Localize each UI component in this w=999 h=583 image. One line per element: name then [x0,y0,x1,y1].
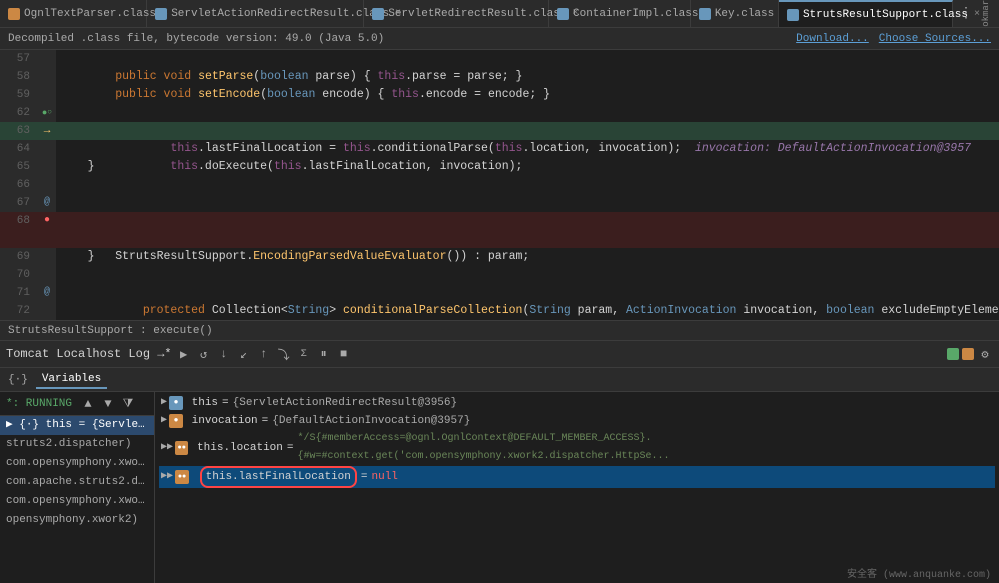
run-to-cursor-btn[interactable]: ⤵ [276,346,292,362]
line-66: 66 [0,176,999,194]
variables-bar: {·} Variables [0,368,999,392]
debug-row-invocation: ▶ ● invocation = {DefaultActionInvocatio… [159,412,995,430]
servlet-redirect-icon [372,8,384,20]
tab-struts[interactable]: StrutsResultSupport.class × [779,0,953,27]
stack-item-0[interactable]: ▶ {·} this = {ServletActionRedire [0,416,154,435]
lastfinal-icon: ●● [175,470,189,484]
stack-item-1[interactable]: struts2.dispatcher) [0,435,154,454]
stack-item-3[interactable]: com.apache.struts2.dispatc... [0,473,154,492]
up-btn[interactable]: ▲ [80,396,96,412]
pause-btn[interactable]: ⏸ [316,346,332,362]
debug-row-this: ▶ ● this = {ServletActionRedirectResult@… [159,394,995,412]
lastfinal-expand-arrow[interactable]: ▶▶ [161,468,173,486]
download-link[interactable]: Download... [796,33,869,45]
ognl-icon [8,8,20,20]
tomcat-bar: Tomcat Localhost Log →* ▶ ↺ ↓ ↙ ↑ ⤵ Σ ⏸ … [0,340,999,368]
code-editor: 57 public void setParse(boolean parse) {… [0,50,999,320]
stack-item-2[interactable]: com.opensymphony.xwork2.d... [0,454,154,473]
line-69: 69 } [0,248,999,266]
line-63: 63 → this.lastFinalLocation = this.condi… [0,122,999,140]
tab-key[interactable]: Key.class × [691,0,779,27]
settings-btn[interactable]: ⚙ [977,346,993,362]
this-val: {ServletActionRedirectResult@3956} [233,394,457,412]
watermark: 安全客 (www.anquanke.com) [847,565,991,581]
line-65: 65 } [0,158,999,176]
struts-icon [787,9,799,21]
location-val: */S{#memberAccess=@ognl.OgnlContext@DEFA… [297,430,993,466]
yellow-indicator [962,348,974,360]
line-57: 57 public void setParse(boolean parse) {… [0,50,999,68]
lastfinal-val: null [372,468,398,486]
line-58: 58 public void setEncode(boolean encode)… [0,68,999,86]
invocation-icon: ● [169,414,183,428]
line-68: 68 ● return this.parse && param != null … [0,212,999,230]
line-68-cont: StrutsResultSupport.EncodingParsedValueE… [0,230,999,248]
line-67: 67 @ protected String conditionalParse(S… [0,194,999,212]
line-70: 70 [0,266,999,284]
green-indicator [947,348,959,360]
down-btn[interactable]: ▼ [100,396,116,412]
evaluate-btn[interactable]: Σ [296,346,312,362]
tomcat-title: Tomcat Localhost Log →* [6,347,172,361]
line-62: 62 ●○ public void execute(ActionInvocati… [0,104,999,122]
line-72: 72 if (this.parse && param != null && in… [0,302,999,320]
servlet-action-icon [155,8,167,20]
line-59: 59 [0,86,999,104]
tab-bar: OgnlTextParser.class × ServletActionRedi… [0,0,999,28]
this-icon: ● [169,396,183,410]
tab-servlet-redirect[interactable]: ServletRedirectResult.class × [364,0,549,27]
variables-tab[interactable]: Variables [36,371,107,389]
stack-item-5[interactable]: opensymphony.xwork2) [0,511,154,530]
debug-row-lastfinallocation[interactable]: ▶▶ ●● this.lastFinalLocation = null [159,466,995,488]
this-key: this [185,394,218,412]
debug-status: *: RUNNING [6,398,72,410]
bookmarks-tab[interactable]: Bookmarks [979,0,993,28]
lastfinal-key [191,468,198,486]
stop-btn[interactable]: ■ [336,346,352,362]
tab-servlet-action[interactable]: ServletActionRedirectResult.class × [147,0,364,27]
breadcrumb: StrutsResultSupport : execute() [8,325,213,337]
debug-row-location: ▶▶ ●● this.location = */S{#memberAccess=… [159,430,995,466]
invocation-expand-arrow[interactable]: ▶ [161,412,167,430]
invocation-val: {DefaultActionInvocation@3957} [272,412,470,430]
tab-ognl[interactable]: OgnlTextParser.class × [0,0,147,27]
location-expand-arrow[interactable]: ▶▶ [161,439,173,457]
filter-btn[interactable]: ⧩ [120,396,136,412]
location-icon: ●● [175,441,188,455]
stack-item-4[interactable]: com.opensymphony.xwork2. [0,492,154,511]
debug-panel: *: RUNNING ▲ ▼ ⧩ ▶ {·} this = {ServletAc… [0,392,999,583]
breadcrumb-bar: StrutsResultSupport : execute() [0,320,999,340]
lastfinal-oval: this.lastFinalLocation [200,466,357,488]
line-64: 64 this.doExecute(this.lastFinalLocation… [0,140,999,158]
info-bar: Decompiled .class file, bytecode version… [0,28,999,50]
tab-container[interactable]: ContainerImpl.class × [549,0,691,27]
container-icon [557,8,569,20]
choose-sources-link[interactable]: Choose Sources... [879,33,991,45]
step-into-btn[interactable]: ↙ [236,346,252,362]
invocation-key: invocation [185,412,258,430]
step-out-btn[interactable]: ↑ [256,346,272,362]
debug-toolbar: *: RUNNING ▲ ▼ ⧩ [0,392,154,416]
info-text: Decompiled .class file, bytecode version… [8,33,384,45]
location-key: this.location [190,439,282,457]
step-over-btn[interactable]: ↓ [216,346,232,362]
debug-tree: ▶ ● this = {ServletActionRedirectResult@… [155,392,999,490]
this-expand-arrow[interactable]: ▶ [161,394,167,412]
play-btn[interactable]: ▶ [176,346,192,362]
rerun-btn[interactable]: ↺ [196,346,212,362]
line-71: 71 @ protected Collection<String> condit… [0,284,999,302]
tab-overflow[interactable]: ⋮ [953,0,979,27]
debug-variables: ▶ ● this = {ServletActionRedirectResult@… [155,392,999,583]
debug-call-stack: *: RUNNING ▲ ▼ ⧩ ▶ {·} this = {ServletAc… [0,392,155,583]
key-icon [699,8,711,20]
